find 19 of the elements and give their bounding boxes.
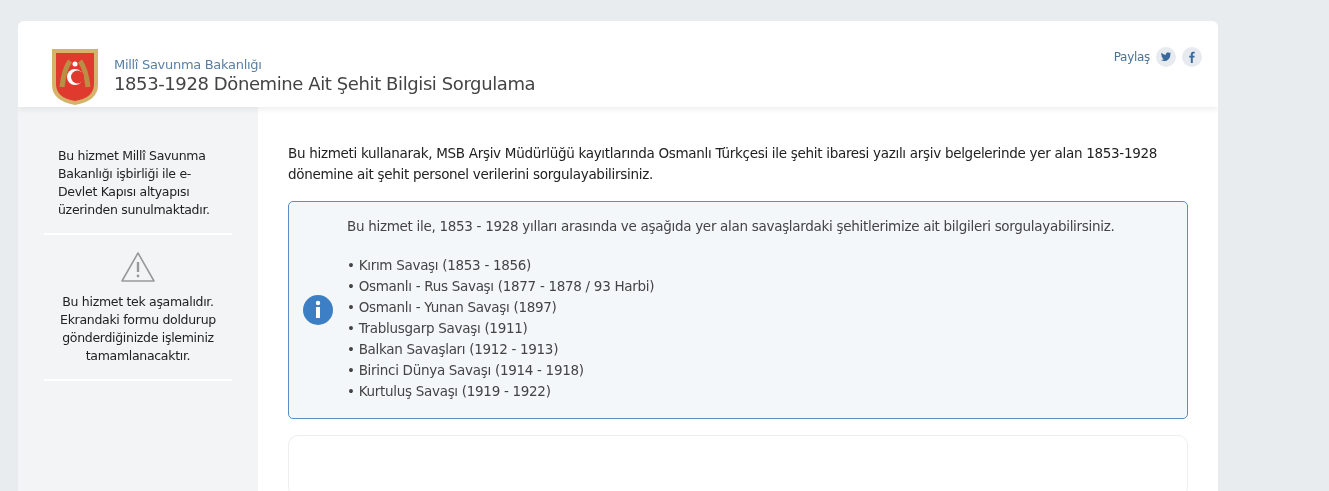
war-list-item: • Kırım Savaşı (1853 - 1856) (347, 256, 533, 275)
emblem-icon (50, 47, 100, 107)
sidebar-note: Bu hizmet Millî Savunma Bakanlığı işbirliği ile e-Devlet Kapısı altyapısı üzerinden sunulmaktadır. (57, 147, 211, 219)
info-lead-text: Bu hizmet ile, 1853 - 1928 yılları arasında ve aşağıda yer alan savaşlardaki şehitlerimize ait bilgileri sorgulayabilirsiniz. (347, 218, 1115, 234)
war-list-item: • Osmanlı - Rus Savaşı (1877 - 1878 / 93 Harbi) (347, 277, 656, 296)
sidebar-note: Bu hizmet tek aşamalıdır. Ekrandaki formu doldurup gönderdiğinizde işleminiz tamamlanacaktır. (59, 293, 217, 365)
war-list-item: • Balkan Savaşları (1912 - 1913) (347, 340, 560, 359)
info-icon (303, 295, 333, 325)
war-list-item: • Birinci Dünya Savaşı (1914 - 1918) (347, 361, 585, 380)
warning-icon (120, 251, 156, 283)
share-label: Paylaş (1113, 50, 1150, 64)
war-list-item: • Trablusgarp Savaşı (1911) (347, 319, 529, 338)
facebook-icon[interactable] (1182, 47, 1202, 67)
intro-paragraph: Bu hizmeti kullanarak, MSB Arşiv Müdürlüğü kayıtlarında Osmanlı Türkçesi ile şehit ibaresi yazılı arşiv belgelerinde yer alan 1853-1928 dönemine ait şehit personel verilerini sorgulayabilirsiniz. (288, 144, 1159, 184)
twitter-bird-icon[interactable] (1156, 47, 1176, 67)
ministry-name: Millî Savunma Bakanlığı (114, 57, 263, 72)
war-list-item: • Kurtuluş Savaşı (1919 - 1922) (347, 382, 552, 401)
war-list-item: • Osmanlı - Yunan Savaşı (1897) (347, 298, 558, 317)
page-title: 1853-1928 Dönemine Ait Şehit Bilgisi Sorgulama (114, 73, 536, 94)
